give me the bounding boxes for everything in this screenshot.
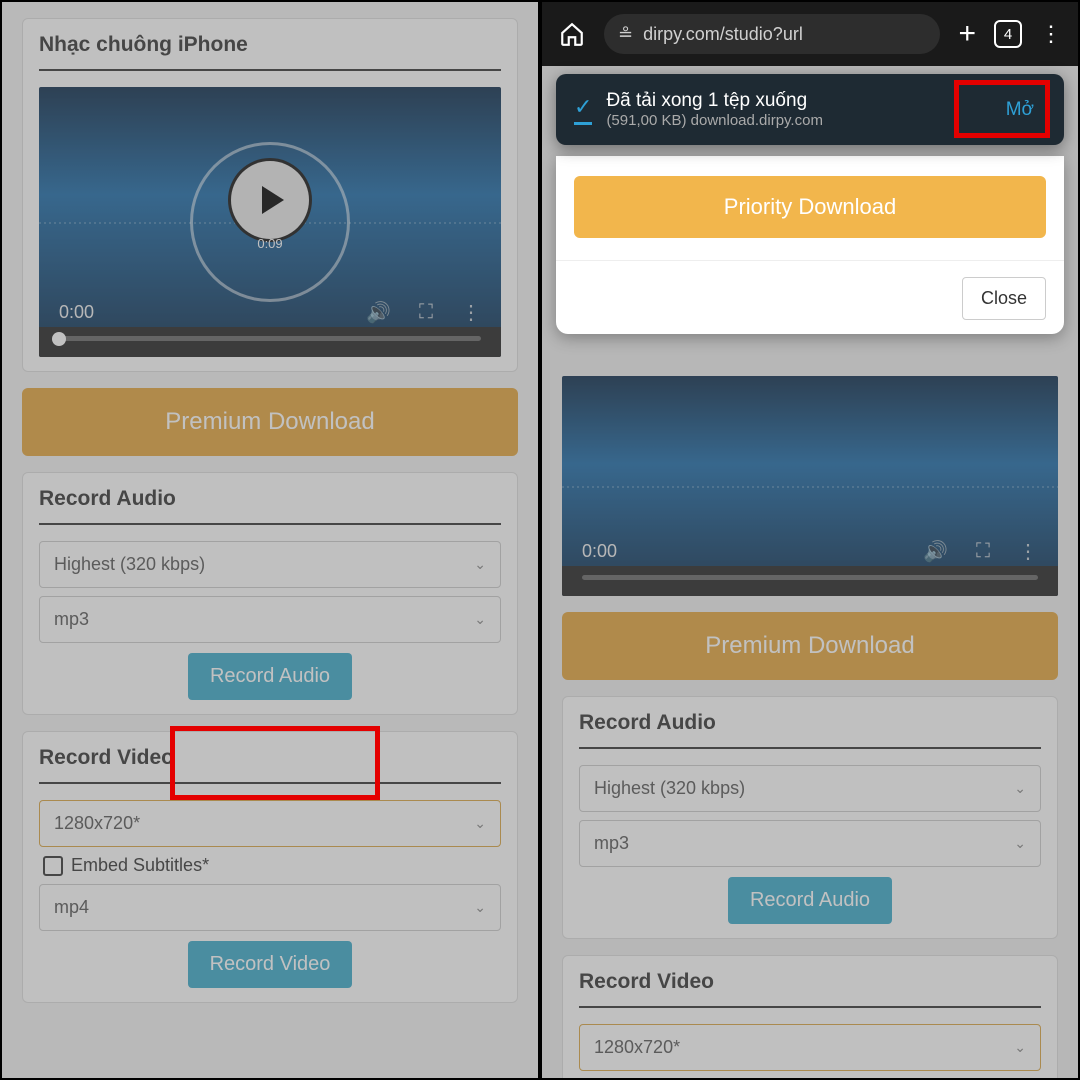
fullscreen-icon[interactable]: ⛶	[976, 540, 990, 563]
record-video-title: Record Video	[579, 970, 1041, 1008]
premium-download-button[interactable]: Premium Download	[22, 388, 518, 456]
premium-download-button[interactable]: Premium Download	[562, 612, 1058, 680]
site-settings-icon[interactable]: ≗	[618, 24, 633, 45]
record-video-button[interactable]: Record Video	[188, 941, 353, 988]
tab-count-badge[interactable]: 4	[994, 20, 1022, 48]
download-toast: ✓ Đã tải xong 1 tệp xuống (591,00 KB) do…	[556, 74, 1064, 145]
fullscreen-icon[interactable]: ⛶	[419, 301, 433, 324]
checkbox-icon[interactable]	[43, 856, 63, 876]
audio-format-select[interactable]: mp3⌄	[579, 820, 1041, 867]
record-audio-title: Record Audio	[579, 711, 1041, 749]
chevron-down-icon: ⌄	[474, 611, 486, 628]
chevron-down-icon: ⌄	[474, 556, 486, 573]
home-icon[interactable]	[558, 21, 586, 47]
download-sheet: Priority Download Close	[556, 156, 1064, 334]
play-button[interactable]	[231, 161, 309, 239]
bitrate-select[interactable]: Highest (320 kbps)⌄	[39, 541, 501, 588]
title-card: Nhạc chuông iPhone 0:09 0:00 🔊 ⛶ ⋮	[22, 18, 518, 372]
toast-open-button[interactable]: Mở	[994, 93, 1046, 127]
close-button[interactable]: Close	[962, 277, 1046, 320]
seek-bar[interactable]	[59, 336, 481, 341]
record-audio-button[interactable]: Record Audio	[728, 877, 892, 924]
record-audio-card: Record Audio Highest (320 kbps)⌄ mp3⌄ Re…	[22, 472, 518, 715]
more-icon[interactable]: ⋮	[461, 300, 481, 325]
page-title: Nhạc chuông iPhone	[39, 33, 501, 71]
video-player[interactable]: 0:09 0:00 🔊 ⛶ ⋮	[39, 87, 501, 357]
record-video-card: Record Video 1280x720*⌄ Embed Subtitles*…	[562, 955, 1058, 1080]
address-bar[interactable]: ≗dirpy.com/studio?url	[604, 14, 940, 54]
pane-left: Nhạc chuông iPhone 0:09 0:00 🔊 ⛶ ⋮ Premi…	[0, 0, 540, 1080]
chevron-down-icon: ⌄	[474, 899, 486, 916]
embed-subtitles-row[interactable]: Embed Subtitles*	[43, 855, 501, 876]
resolution-select[interactable]: 1280x720*⌄	[39, 800, 501, 847]
audio-format-select[interactable]: mp3⌄	[39, 596, 501, 643]
chevron-down-icon: ⌄	[1014, 835, 1026, 852]
toast-subtitle: (591,00 KB) download.dirpy.com	[606, 112, 979, 129]
current-time: 0:00	[59, 302, 94, 323]
more-icon[interactable]: ⋮	[1018, 539, 1038, 564]
chevron-down-icon: ⌄	[1014, 1039, 1026, 1056]
volume-icon[interactable]: 🔊	[366, 300, 391, 325]
check-icon: ✓	[574, 94, 592, 125]
volume-icon[interactable]: 🔊	[923, 539, 948, 564]
video-format-select[interactable]: mp4⌄	[39, 884, 501, 931]
new-tab-icon[interactable]: +	[958, 17, 976, 51]
ring-duration: 0:09	[257, 236, 282, 251]
record-audio-button[interactable]: Record Audio	[188, 653, 352, 700]
video-player[interactable]: 0:00 🔊 ⛶ ⋮	[562, 376, 1058, 596]
priority-download-button[interactable]: Priority Download	[574, 176, 1046, 238]
record-video-card: Record Video 1280x720*⌄ Embed Subtitles*…	[22, 731, 518, 1003]
toast-title: Đã tải xong 1 tệp xuống	[606, 90, 979, 112]
menu-icon[interactable]: ⋮	[1040, 21, 1062, 47]
bitrate-select[interactable]: Highest (320 kbps)⌄	[579, 765, 1041, 812]
seek-bar[interactable]	[582, 575, 1038, 580]
current-time: 0:00	[582, 541, 617, 562]
record-video-title: Record Video	[39, 746, 501, 784]
record-audio-title: Record Audio	[39, 487, 501, 525]
record-audio-card: Record Audio Highest (320 kbps)⌄ mp3⌄ Re…	[562, 696, 1058, 939]
resolution-select[interactable]: 1280x720*⌄	[579, 1024, 1041, 1071]
pane-right: ≗dirpy.com/studio?url + 4 ⋮ ✓ Đã tải xon…	[540, 0, 1080, 1080]
chevron-down-icon: ⌄	[474, 815, 486, 832]
chevron-down-icon: ⌄	[1014, 780, 1026, 797]
browser-top-bar: ≗dirpy.com/studio?url + 4 ⋮	[542, 2, 1078, 66]
